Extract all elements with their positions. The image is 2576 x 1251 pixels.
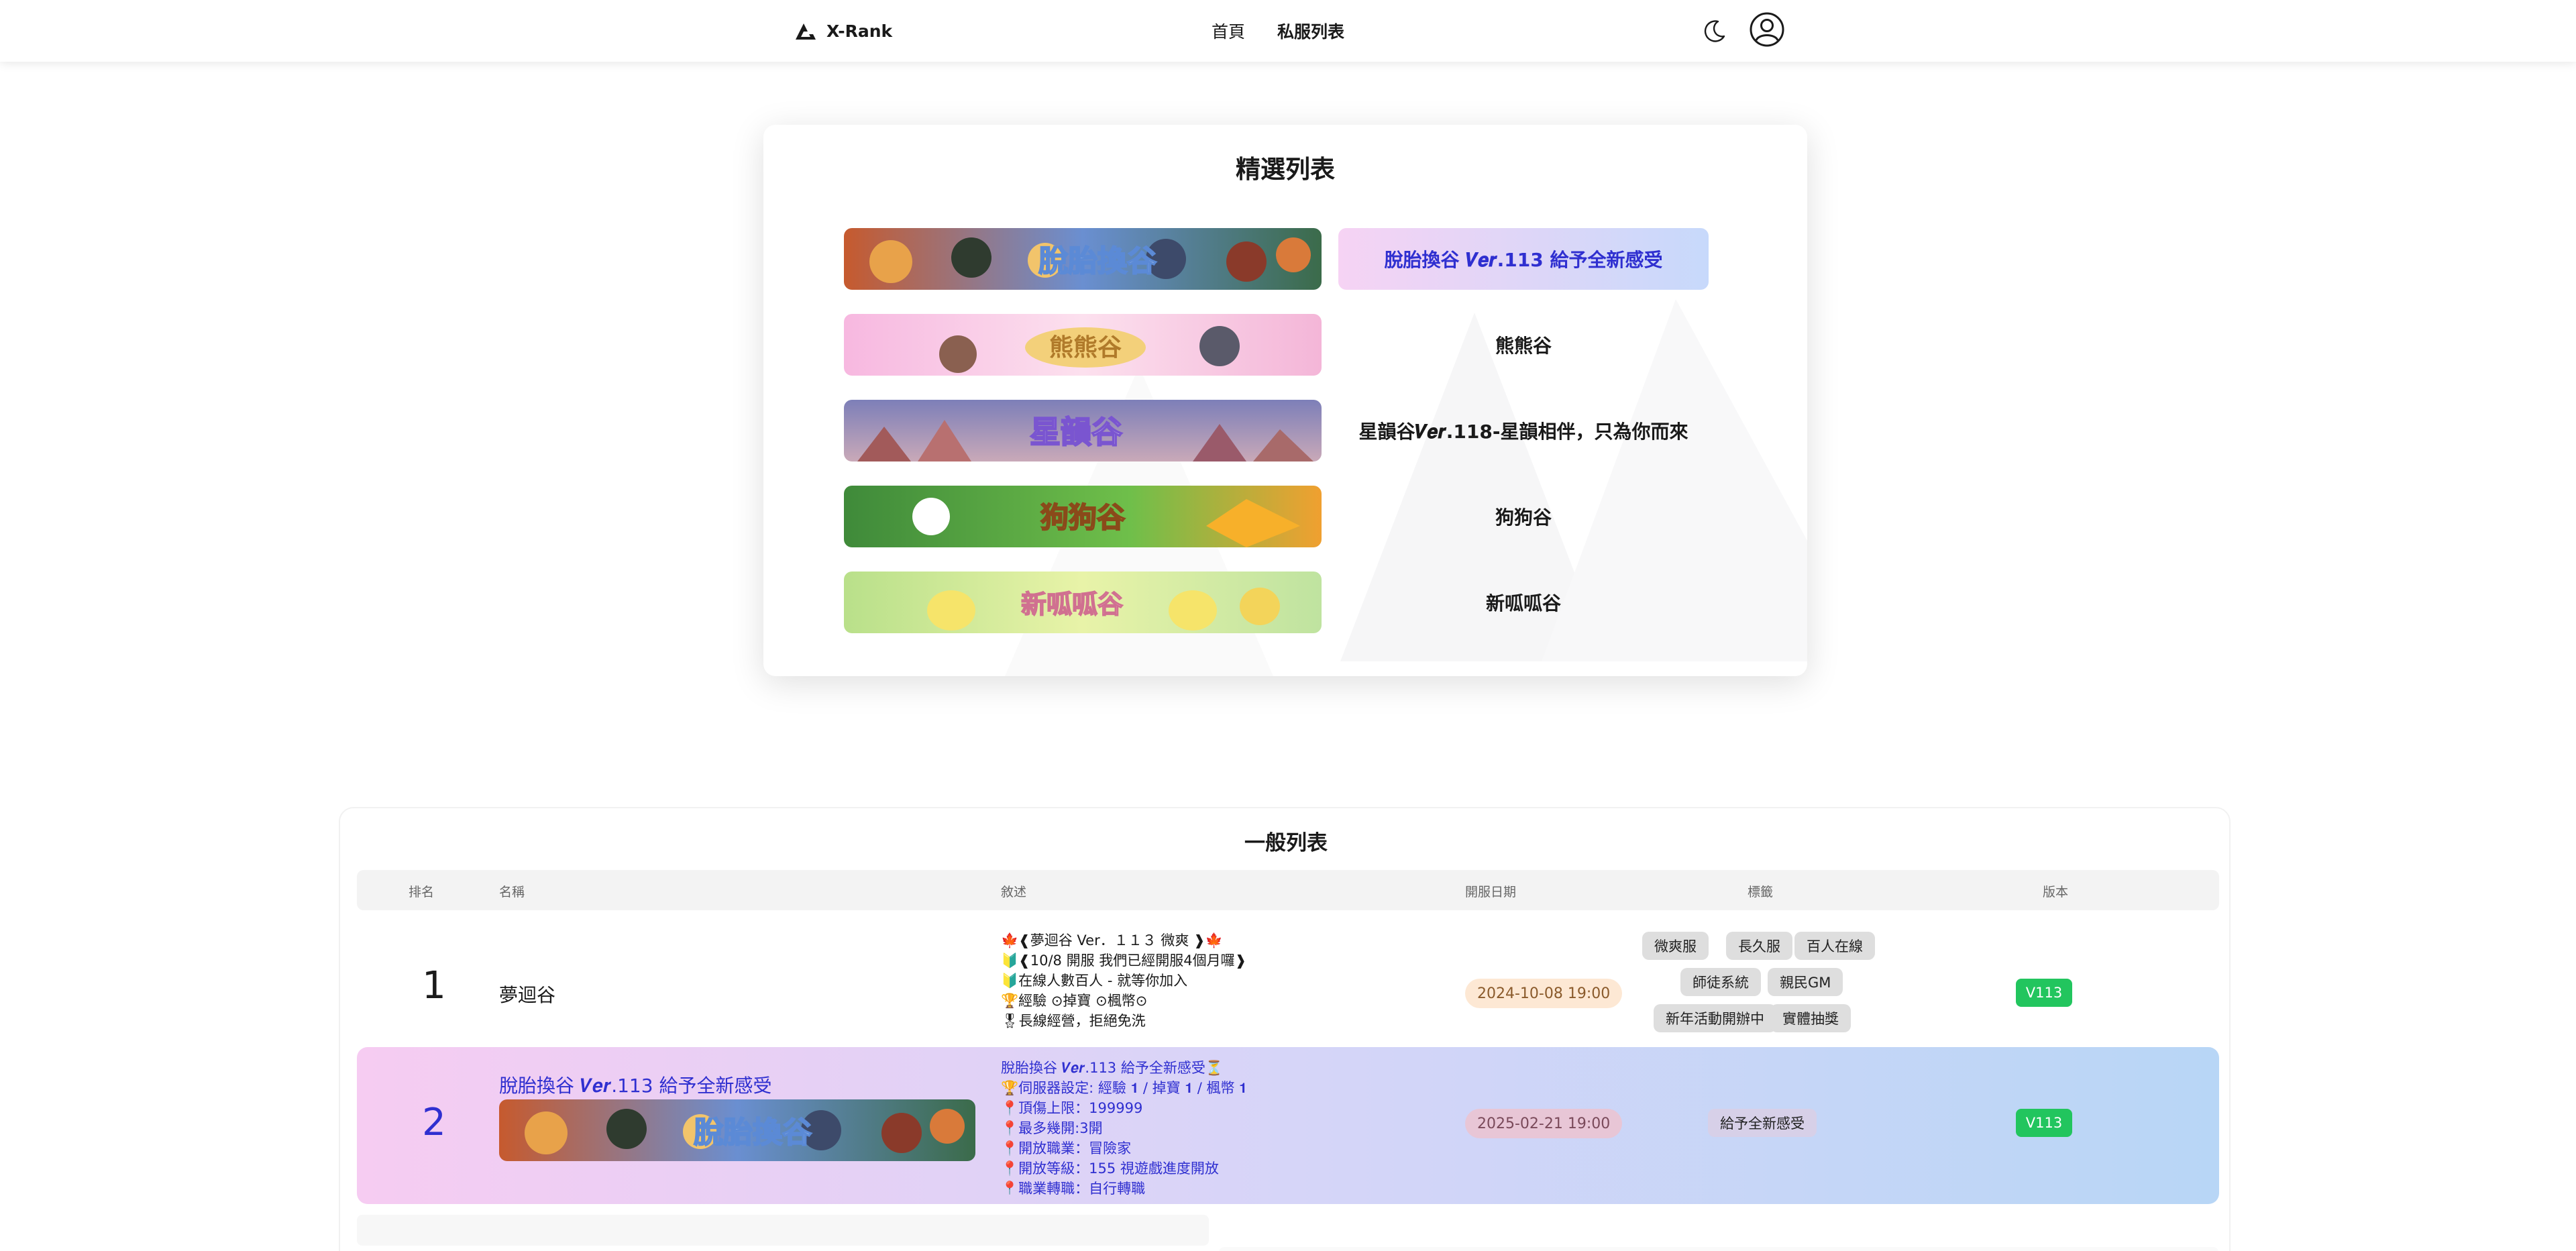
column-header-tags: 標籤	[1748, 885, 1774, 900]
tag-badge: 百人在線	[1794, 932, 1875, 960]
banner-image: 星韻谷	[844, 400, 1322, 461]
column-header-version: 版本	[2043, 885, 2069, 900]
description-line: 📍最多幾開:3開	[1001, 1120, 1103, 1136]
column-header-description: 敘述	[1001, 885, 1027, 900]
column-header-open-date: 開服日期	[1465, 885, 1517, 900]
banner-text: 熊熊谷	[1049, 334, 1122, 362]
banner-image: 脫胎換谷	[844, 228, 1322, 290]
banner-text: 狗狗谷	[1040, 501, 1125, 534]
tag-badge: 長久服	[1726, 932, 1792, 960]
open-date-badge: 2025-02-21 19:00	[1465, 1109, 1623, 1138]
featured-banner[interactable]: 脫胎換谷	[844, 228, 1322, 290]
table-row-highlighted[interactable]: 2 脫胎換谷 𝑽𝒆𝒓.113 給予全新感受 脫胎換谷 脫胎換谷 𝑽𝒆𝒓.113 …	[357, 1047, 2219, 1204]
tag-badge: 親民GM	[1768, 968, 1843, 996]
column-header-name: 名稱	[499, 885, 525, 900]
moon-icon[interactable]	[1700, 16, 1729, 46]
server-description: 🍁❰夢迴谷 Ver．１１３ 微爽 ❱🍁 🔰❰10/8 開服 我們已經開服4個月囉…	[1001, 930, 1430, 1038]
banner-image: 狗狗谷	[844, 486, 1322, 547]
featured-banner[interactable]: 星韻谷	[844, 400, 1322, 461]
server-name[interactable]: 脫胎換谷 𝑽𝒆𝒓.113 給予全新感受	[499, 1071, 771, 1098]
general-list-card: 一般列表 排名 名稱 敘述 開服日期 標籤 版本 1 夢迴谷 🍁❰夢迴谷 Ver…	[339, 807, 2231, 1251]
description-line: 📍職業轉職：自行轉職	[1001, 1181, 1146, 1195]
featured-item-name[interactable]: 熊熊谷	[1338, 314, 1709, 376]
description-line: 🔰在線人數百人 - 就等你加入	[1001, 973, 1188, 989]
description-line: 📍開放等級：155 視遊戲進度開放	[1001, 1160, 1219, 1177]
featured-item[interactable]: 熊熊谷 熊熊谷	[844, 314, 1802, 376]
logo-link[interactable]: X-Rank	[794, 16, 892, 46]
logo-text: X-Rank	[826, 21, 893, 41]
description-line: 🔰❰10/8 開服 我們已經開服4個月囉❱	[1001, 953, 1247, 969]
version-badge: V113	[2016, 1109, 2072, 1137]
banner-text: 脫胎換谷	[694, 1116, 812, 1150]
featured-item-name[interactable]: 星韻谷𝑽𝒆𝒓.118-星韻相伴，只為你而來	[1338, 400, 1709, 461]
column-header-rank: 排名	[409, 885, 435, 900]
description-line: 脫胎換谷 𝑽𝒆𝒓.113 給予全新感受⏳	[1001, 1060, 1223, 1076]
banner-image: 新呱呱谷	[844, 572, 1322, 633]
description-line: 🏆伺服器設定: 經驗 𝟏 / 掉寶 𝟏 / 楓幣 𝟏	[1001, 1080, 1247, 1096]
server-description: 脫胎換谷 𝑽𝒆𝒓.113 給予全新感受⏳ 🏆伺服器設定: 經驗 𝟏 / 掉寶 𝟏…	[1001, 1058, 1430, 1195]
banner-text: 脫胎換谷	[1038, 244, 1157, 278]
banner-image: 脫胎換谷	[499, 1099, 975, 1161]
featured-item-name[interactable]: 狗狗谷	[1338, 486, 1709, 547]
description-line: 🍁❰夢迴谷 Ver．１１３ 微爽 ❱🍁	[1001, 932, 1223, 948]
featured-item-name[interactable]: 新呱呱谷	[1338, 572, 1709, 633]
featured-banner[interactable]: 狗狗谷	[844, 486, 1322, 547]
version-badge: V113	[2016, 979, 2072, 1007]
featured-item[interactable]: 狗狗谷 狗狗谷	[844, 486, 1802, 547]
tag-badge: 實體抽獎	[1770, 1004, 1851, 1032]
server-banner[interactable]: 脫胎換谷	[499, 1099, 975, 1161]
featured-item-name[interactable]: 脫胎換谷 𝑽𝒆𝒓.113 給予全新感受	[1338, 228, 1709, 290]
server-name[interactable]: 夢迴谷	[499, 981, 555, 1008]
user-icon[interactable]	[1748, 11, 1786, 48]
description-line: 📍開放職業：冒險家	[1001, 1140, 1132, 1156]
banner-image: 熊熊谷	[844, 314, 1322, 376]
top-navbar: X-Rank 首頁 私服列表	[0, 0, 2576, 62]
featured-banner[interactable]: 新呱呱谷	[844, 572, 1322, 633]
description-line: 🏆經驗 ⊙掉寶 ⊙楓幣⊙	[1001, 993, 1148, 1009]
featured-banner[interactable]: 熊熊谷	[844, 314, 1322, 376]
description-line: 📍頂傷上限：199999	[1001, 1100, 1143, 1116]
banner-text: 新呱呱谷	[1021, 590, 1123, 619]
tag-badge: 師徒系統	[1680, 968, 1761, 996]
table-header: 排名 名稱 敘述 開服日期 標籤 版本	[357, 870, 2219, 910]
tag-badge: 給予全新感受	[1708, 1109, 1817, 1137]
main-nav: 首頁 私服列表	[1212, 16, 1344, 46]
rank-number: 1	[422, 964, 446, 1008]
open-date-badge: 2024-10-08 19:00	[1465, 979, 1623, 1008]
loading-row-placeholder	[1219, 1247, 2218, 1251]
logo-icon	[796, 23, 816, 40]
featured-item[interactable]: 星韻谷 星韻谷𝑽𝒆𝒓.118-星韻相伴，只為你而來	[844, 400, 1802, 461]
tag-badge: 微爽服	[1642, 932, 1709, 960]
general-list-title: 一般列表	[1244, 831, 1328, 855]
banner-text: 星韻谷	[1030, 414, 1122, 450]
nav-home-link[interactable]: 首頁	[1212, 19, 1245, 43]
featured-item[interactable]: 新呱呱谷 新呱呱谷	[844, 572, 1802, 633]
featured-title: 精選列表	[1236, 155, 1335, 184]
description-line: 🎖長線經營，拒絕免洗	[1001, 1013, 1146, 1029]
tag-badge: 新年活動開辦中	[1654, 1004, 1776, 1032]
featured-list-card: 精選列表 脫胎換谷 脫胎換谷 𝑽𝒆𝒓.113 給予全新感受 熊熊谷 熊熊谷 星韻…	[763, 125, 1807, 676]
rank-number: 2	[422, 1101, 446, 1144]
nav-server-list-link[interactable]: 私服列表	[1277, 19, 1344, 43]
table-row[interactable]: 1 夢迴谷 🍁❰夢迴谷 Ver．１１３ 微爽 ❱🍁 🔰❰10/8 開服 我們已經…	[357, 917, 2219, 1063]
featured-item[interactable]: 脫胎換谷 脫胎換谷 𝑽𝒆𝒓.113 給予全新感受	[844, 228, 1802, 290]
loading-row-placeholder	[357, 1215, 1209, 1246]
